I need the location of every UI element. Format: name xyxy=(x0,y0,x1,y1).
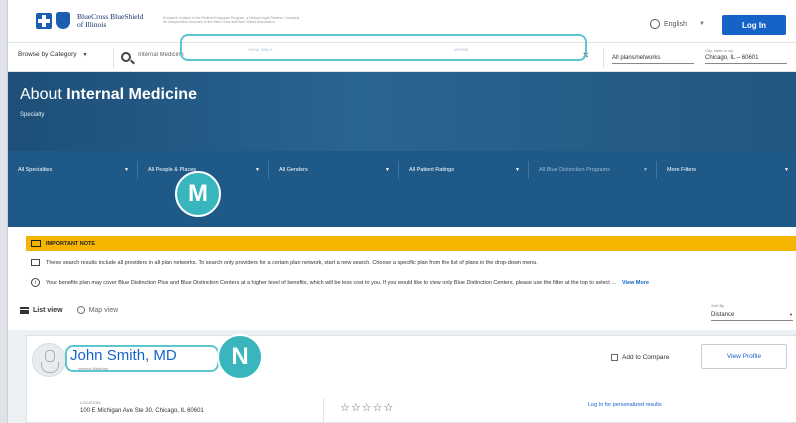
blue-shield-icon xyxy=(56,12,70,29)
distance-value: 50 miles xyxy=(476,45,497,51)
add-to-compare-checkbox[interactable]: Add to Compare xyxy=(611,354,669,361)
provider-avatar-icon xyxy=(32,343,66,377)
chevron-down-icon: ▼ xyxy=(124,167,129,173)
message-icon xyxy=(31,259,40,266)
checkbox-icon xyxy=(282,45,290,53)
chevron-down-icon: ▼ xyxy=(643,167,648,173)
browse-label: Browse by Category xyxy=(18,51,77,58)
location-label: City, state or zip xyxy=(705,48,734,53)
provider-address: 100 E Michigan Ave Ste 30, Chicago, IL 6… xyxy=(80,408,204,414)
page-title-specialty: Internal Medicine xyxy=(66,86,197,103)
filter-label: All Genders xyxy=(279,167,308,173)
pcp-label: Primary Care Physician xyxy=(372,46,431,52)
chevron-down-icon: ▼ xyxy=(82,51,88,58)
filter-label: More Filters xyxy=(667,167,697,173)
note-line-1: These search results include all provide… xyxy=(26,259,796,266)
logo-text: BlueCross BlueShield of Illinois xyxy=(77,12,143,29)
chevron-down-icon: ▼ xyxy=(522,45,527,50)
chevron-down-icon: ▼ xyxy=(698,21,705,27)
language-label: English xyxy=(664,20,687,28)
callout-badge-n: N xyxy=(217,334,263,380)
filter-label: All Blue Distinction Programs xyxy=(539,167,610,173)
logo-line-2: of Illinois xyxy=(77,19,107,29)
rating-stars: ☆☆☆☆☆ xyxy=(340,402,395,414)
search-icon xyxy=(121,52,131,62)
divider xyxy=(603,48,604,68)
filter-specialties[interactable]: All Specialties ▼ xyxy=(8,161,138,179)
plans-networks-select[interactable]: All plans/networks xyxy=(612,55,694,64)
divider xyxy=(113,48,114,68)
sort-value: Distance xyxy=(711,312,735,318)
distance-select[interactable]: 50 miles ▼ xyxy=(476,45,527,53)
filters-row: All Specialties ▼ All People & Places ▼ Al… xyxy=(8,161,796,179)
header-disclaimer: Exclusive of plans in the Federal Employ… xyxy=(163,16,300,24)
blue-cross-icon xyxy=(36,12,52,29)
provider-name-link[interactable]: John Smith, MD xyxy=(70,347,177,364)
login-personalized-link[interactable]: Log In for personalized results xyxy=(588,402,662,408)
language-selector[interactable]: English ▼ xyxy=(650,19,705,29)
checkbox-icon xyxy=(611,354,618,361)
chevron-down-icon: ▼ xyxy=(784,167,789,173)
chevron-down-icon: ▼ xyxy=(789,312,793,317)
view-more-link[interactable]: View More xyxy=(622,280,649,286)
sort-label: Sort By xyxy=(711,303,725,308)
map-view-tab[interactable]: Map view xyxy=(89,307,119,314)
note-line-2: i Your benefits plan may cover Blue Dist… xyxy=(26,278,796,287)
page-subtitle: Specialty xyxy=(20,112,45,118)
primary-care-checkbox[interactable]: Primary Care Physician xyxy=(361,45,431,53)
bcbs-logo[interactable]: BlueCross BlueShield of Illinois xyxy=(36,12,143,29)
compare-label: Add to Compare xyxy=(622,354,670,361)
accepting-new-patients-checkbox[interactable]: Accepting New Patients xyxy=(282,45,352,53)
page-title: About Internal Medicine xyxy=(20,86,197,104)
filter-genders[interactable]: All Genders ▼ xyxy=(269,161,399,179)
message-icon xyxy=(31,240,41,247)
login-button[interactable]: Log In xyxy=(722,15,786,35)
note-text-1: These search results include all provide… xyxy=(46,259,538,266)
accepting-label: Accepting New Patients xyxy=(293,46,352,52)
filter-blue-distinction[interactable]: All Blue Distinction Programs ▼ xyxy=(529,161,657,179)
filter-label: All Specialties xyxy=(18,167,53,173)
checkbox-icon xyxy=(361,45,369,53)
chevron-down-icon: ▼ xyxy=(255,167,260,173)
list-view-tab[interactable]: List view xyxy=(33,307,63,314)
callout-badge-m: M xyxy=(175,171,221,217)
page-title-prefix: About xyxy=(20,86,62,103)
info-icon: i xyxy=(31,278,40,287)
chevron-down-icon: ▼ xyxy=(515,167,520,173)
note-text-2: Your benefits plan may cover Blue Distin… xyxy=(46,279,616,286)
filter-label: All Patient Ratings xyxy=(409,167,454,173)
browse-by-category-dropdown[interactable]: Browse by Category ▼ xyxy=(18,51,87,58)
hero-banner: About Internal Medicine Specialty xyxy=(8,72,796,151)
divider xyxy=(323,398,324,423)
page-frame: BlueCross BlueShield of Illinois Exclusi… xyxy=(7,0,796,423)
map-pin-icon xyxy=(76,306,85,314)
sort-select[interactable]: Distance ▼ xyxy=(711,312,793,321)
filter-bar: All Specialties ▼ All People & Places ▼ Al… xyxy=(8,151,796,227)
filter-more[interactable]: More Filters ▼ xyxy=(657,161,796,179)
important-note-banner: IMPORTANT NOTE xyxy=(26,236,796,251)
location-input[interactable]: Chicago, IL – 60601 xyxy=(705,55,787,64)
view-only-label: VIEW ONLY xyxy=(248,46,273,52)
provider-specialty: Internal Medicine xyxy=(78,366,109,371)
within-label: WITHIN xyxy=(454,46,469,52)
view-profile-button[interactable]: View Profile xyxy=(701,344,787,369)
chevron-down-icon: ▼ xyxy=(385,167,390,173)
list-icon xyxy=(20,306,29,314)
view-toggle: List view Map view xyxy=(20,306,118,314)
globe-icon xyxy=(650,19,660,29)
view-only-options: VIEW ONLY Accepting New Patients Primary… xyxy=(248,45,527,53)
filter-patient-ratings[interactable]: All Patient Ratings ▼ xyxy=(399,161,529,179)
location-heading: LOCATION xyxy=(80,400,101,405)
note-title: IMPORTANT NOTE xyxy=(46,240,96,247)
